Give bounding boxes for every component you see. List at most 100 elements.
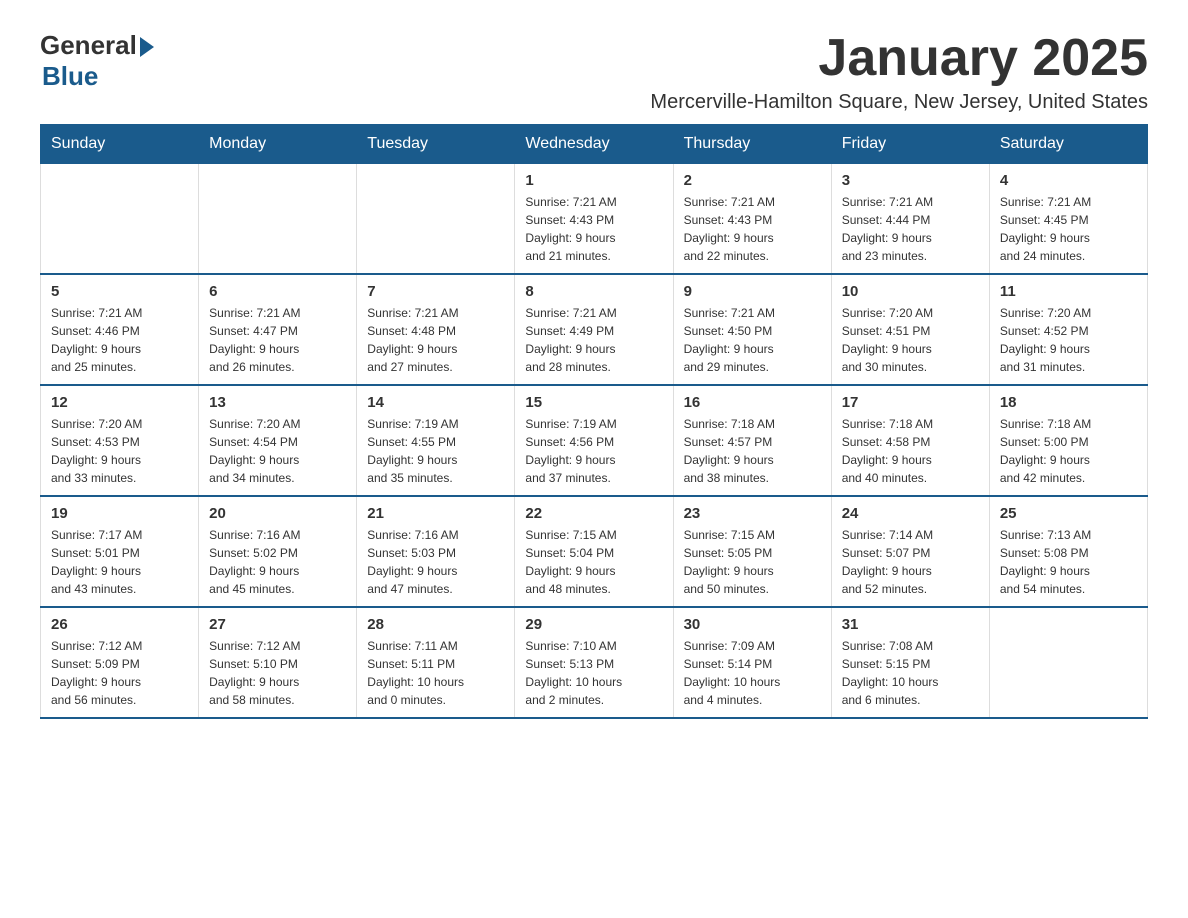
logo-arrow-icon: [140, 37, 154, 57]
calendar-week-row: 12 Sunrise: 7:20 AM Sunset: 4:53 PM Dayli…: [41, 385, 1148, 496]
month-title: January 2025: [650, 30, 1148, 87]
day-number: 1: [525, 172, 662, 189]
day-number: 21: [367, 505, 504, 522]
calendar-day-cell: 8 Sunrise: 7:21 AM Sunset: 4:49 PM Daylig…: [515, 274, 673, 385]
day-info: Sunrise: 7:20 AM Sunset: 4:54 PM Dayligh…: [209, 415, 346, 487]
day-number: 14: [367, 394, 504, 411]
day-info: Sunrise: 7:21 AM Sunset: 4:44 PM Dayligh…: [842, 193, 979, 265]
day-info: Sunrise: 7:20 AM Sunset: 4:52 PM Dayligh…: [1000, 304, 1137, 376]
day-number: 7: [367, 283, 504, 300]
day-info: Sunrise: 7:21 AM Sunset: 4:50 PM Dayligh…: [684, 304, 821, 376]
day-number: 6: [209, 283, 346, 300]
day-of-week-header: Tuesday: [357, 125, 515, 164]
day-info: Sunrise: 7:18 AM Sunset: 4:57 PM Dayligh…: [684, 415, 821, 487]
calendar-day-cell: 1 Sunrise: 7:21 AM Sunset: 4:43 PM Daylig…: [515, 164, 673, 275]
day-number: 26: [51, 616, 188, 633]
day-number: 30: [684, 616, 821, 633]
calendar-day-cell: 3Sunrise: 7:21 AM Sunset: 4:44 PM Daylig…: [831, 164, 989, 275]
day-number: 23: [684, 505, 821, 522]
calendar-day-cell: 30 Sunrise: 7:09 AM Sunset: 5:14 PM Dayli…: [673, 607, 831, 718]
calendar-day-cell: 18Sunrise: 7:18 AM Sunset: 5:00 PM Dayli…: [989, 385, 1147, 496]
day-number: 2: [684, 172, 821, 189]
calendar-day-cell: 11 Sunrise: 7:20 AM Sunset: 4:52 PM Dayli…: [989, 274, 1147, 385]
calendar-table: SundayMondayTuesdayWednesdayThursdayFrid…: [40, 124, 1148, 719]
day-of-week-header: Saturday: [989, 125, 1147, 164]
calendar-day-cell: 7 Sunrise: 7:21 AM Sunset: 4:48 PM Daylig…: [357, 274, 515, 385]
calendar-day-cell: 24 Sunrise: 7:14 AM Sunset: 5:07 PM Dayli…: [831, 496, 989, 607]
day-info: Sunrise: 7:21 AM Sunset: 4:48 PM Dayligh…: [367, 304, 504, 376]
day-info: Sunrise: 7:21 AM Sunset: 4:43 PM Dayligh…: [525, 193, 662, 265]
day-info: Sunrise: 7:21 AM Sunset: 4:45 PM Dayligh…: [1000, 193, 1137, 265]
day-info: Sunrise: 7:14 AM Sunset: 5:07 PM Dayligh…: [842, 526, 979, 598]
day-number: 29: [525, 616, 662, 633]
day-number: 16: [684, 394, 821, 411]
day-info: Sunrise: 7:13 AM Sunset: 5:08 PM Dayligh…: [1000, 526, 1137, 598]
day-info: Sunrise: 7:21 AM Sunset: 4:46 PM Dayligh…: [51, 304, 188, 376]
day-info: Sunrise: 7:18 AM Sunset: 4:58 PM Dayligh…: [842, 415, 979, 487]
location-title: Mercerville-Hamilton Square, New Jersey,…: [650, 91, 1148, 114]
day-number: 27: [209, 616, 346, 633]
calendar-day-cell: [357, 164, 515, 275]
calendar-week-row: 5 Sunrise: 7:21 AM Sunset: 4:46 PM Daylig…: [41, 274, 1148, 385]
calendar-day-cell: 23Sunrise: 7:15 AM Sunset: 5:05 PM Dayli…: [673, 496, 831, 607]
day-info: Sunrise: 7:20 AM Sunset: 4:53 PM Dayligh…: [51, 415, 188, 487]
day-number: 18: [1000, 394, 1137, 411]
day-info: Sunrise: 7:09 AM Sunset: 5:14 PM Dayligh…: [684, 637, 821, 709]
calendar-day-cell: 16 Sunrise: 7:18 AM Sunset: 4:57 PM Dayli…: [673, 385, 831, 496]
title-block: January 2025 Mercerville-Hamilton Square…: [650, 30, 1148, 114]
calendar-week-row: 1 Sunrise: 7:21 AM Sunset: 4:43 PM Daylig…: [41, 164, 1148, 275]
calendar-day-cell: 13 Sunrise: 7:20 AM Sunset: 4:54 PM Dayli…: [199, 385, 357, 496]
calendar-day-cell: 14 Sunrise: 7:19 AM Sunset: 4:55 PM Dayli…: [357, 385, 515, 496]
logo: General Blue: [40, 30, 154, 92]
day-number: 20: [209, 505, 346, 522]
day-of-week-header: Wednesday: [515, 125, 673, 164]
calendar-day-cell: 2Sunrise: 7:21 AM Sunset: 4:43 PM Daylig…: [673, 164, 831, 275]
day-number: 31: [842, 616, 979, 633]
day-info: Sunrise: 7:12 AM Sunset: 5:10 PM Dayligh…: [209, 637, 346, 709]
day-number: 15: [525, 394, 662, 411]
calendar-day-cell: 19Sunrise: 7:17 AM Sunset: 5:01 PM Dayli…: [41, 496, 199, 607]
page-header: General Blue January 2025 Mercerville-Ha…: [40, 30, 1148, 114]
day-info: Sunrise: 7:08 AM Sunset: 5:15 PM Dayligh…: [842, 637, 979, 709]
day-of-week-header: Friday: [831, 125, 989, 164]
day-info: Sunrise: 7:19 AM Sunset: 4:55 PM Dayligh…: [367, 415, 504, 487]
calendar-day-cell: 9Sunrise: 7:21 AM Sunset: 4:50 PM Daylig…: [673, 274, 831, 385]
calendar-day-cell: 20 Sunrise: 7:16 AM Sunset: 5:02 PM Dayli…: [199, 496, 357, 607]
day-number: 5: [51, 283, 188, 300]
day-info: Sunrise: 7:16 AM Sunset: 5:02 PM Dayligh…: [209, 526, 346, 598]
day-number: 28: [367, 616, 504, 633]
day-number: 13: [209, 394, 346, 411]
calendar-day-cell: 29Sunrise: 7:10 AM Sunset: 5:13 PM Dayli…: [515, 607, 673, 718]
day-number: 24: [842, 505, 979, 522]
calendar-day-cell: 12 Sunrise: 7:20 AM Sunset: 4:53 PM Dayli…: [41, 385, 199, 496]
calendar-header: SundayMondayTuesdayWednesdayThursdayFrid…: [41, 125, 1148, 164]
calendar-day-cell: 5 Sunrise: 7:21 AM Sunset: 4:46 PM Daylig…: [41, 274, 199, 385]
calendar-day-cell: 26 Sunrise: 7:12 AM Sunset: 5:09 PM Dayli…: [41, 607, 199, 718]
day-info: Sunrise: 7:21 AM Sunset: 4:49 PM Dayligh…: [525, 304, 662, 376]
day-number: 8: [525, 283, 662, 300]
logo-general-text: General: [40, 30, 137, 61]
calendar-day-cell: 25 Sunrise: 7:13 AM Sunset: 5:08 PM Dayli…: [989, 496, 1147, 607]
day-info: Sunrise: 7:11 AM Sunset: 5:11 PM Dayligh…: [367, 637, 504, 709]
day-of-week-header: Thursday: [673, 125, 831, 164]
day-number: 25: [1000, 505, 1137, 522]
day-info: Sunrise: 7:21 AM Sunset: 4:47 PM Dayligh…: [209, 304, 346, 376]
calendar-week-row: 26 Sunrise: 7:12 AM Sunset: 5:09 PM Dayli…: [41, 607, 1148, 718]
logo-blue-text: Blue: [42, 61, 98, 92]
day-number: 11: [1000, 283, 1137, 300]
day-number: 22: [525, 505, 662, 522]
calendar-day-cell: 31 Sunrise: 7:08 AM Sunset: 5:15 PM Dayli…: [831, 607, 989, 718]
calendar-day-cell: [199, 164, 357, 275]
calendar-day-cell: 4Sunrise: 7:21 AM Sunset: 4:45 PM Daylig…: [989, 164, 1147, 275]
calendar-day-cell: 10Sunrise: 7:20 AM Sunset: 4:51 PM Dayli…: [831, 274, 989, 385]
day-info: Sunrise: 7:16 AM Sunset: 5:03 PM Dayligh…: [367, 526, 504, 598]
day-of-week-header: Monday: [199, 125, 357, 164]
calendar-day-cell: 15 Sunrise: 7:19 AM Sunset: 4:56 PM Dayli…: [515, 385, 673, 496]
day-number: 12: [51, 394, 188, 411]
day-number: 19: [51, 505, 188, 522]
day-info: Sunrise: 7:15 AM Sunset: 5:04 PM Dayligh…: [525, 526, 662, 598]
calendar-day-cell: [41, 164, 199, 275]
day-info: Sunrise: 7:19 AM Sunset: 4:56 PM Dayligh…: [525, 415, 662, 487]
calendar-day-cell: 27 Sunrise: 7:12 AM Sunset: 5:10 PM Dayli…: [199, 607, 357, 718]
day-info: Sunrise: 7:12 AM Sunset: 5:09 PM Dayligh…: [51, 637, 188, 709]
